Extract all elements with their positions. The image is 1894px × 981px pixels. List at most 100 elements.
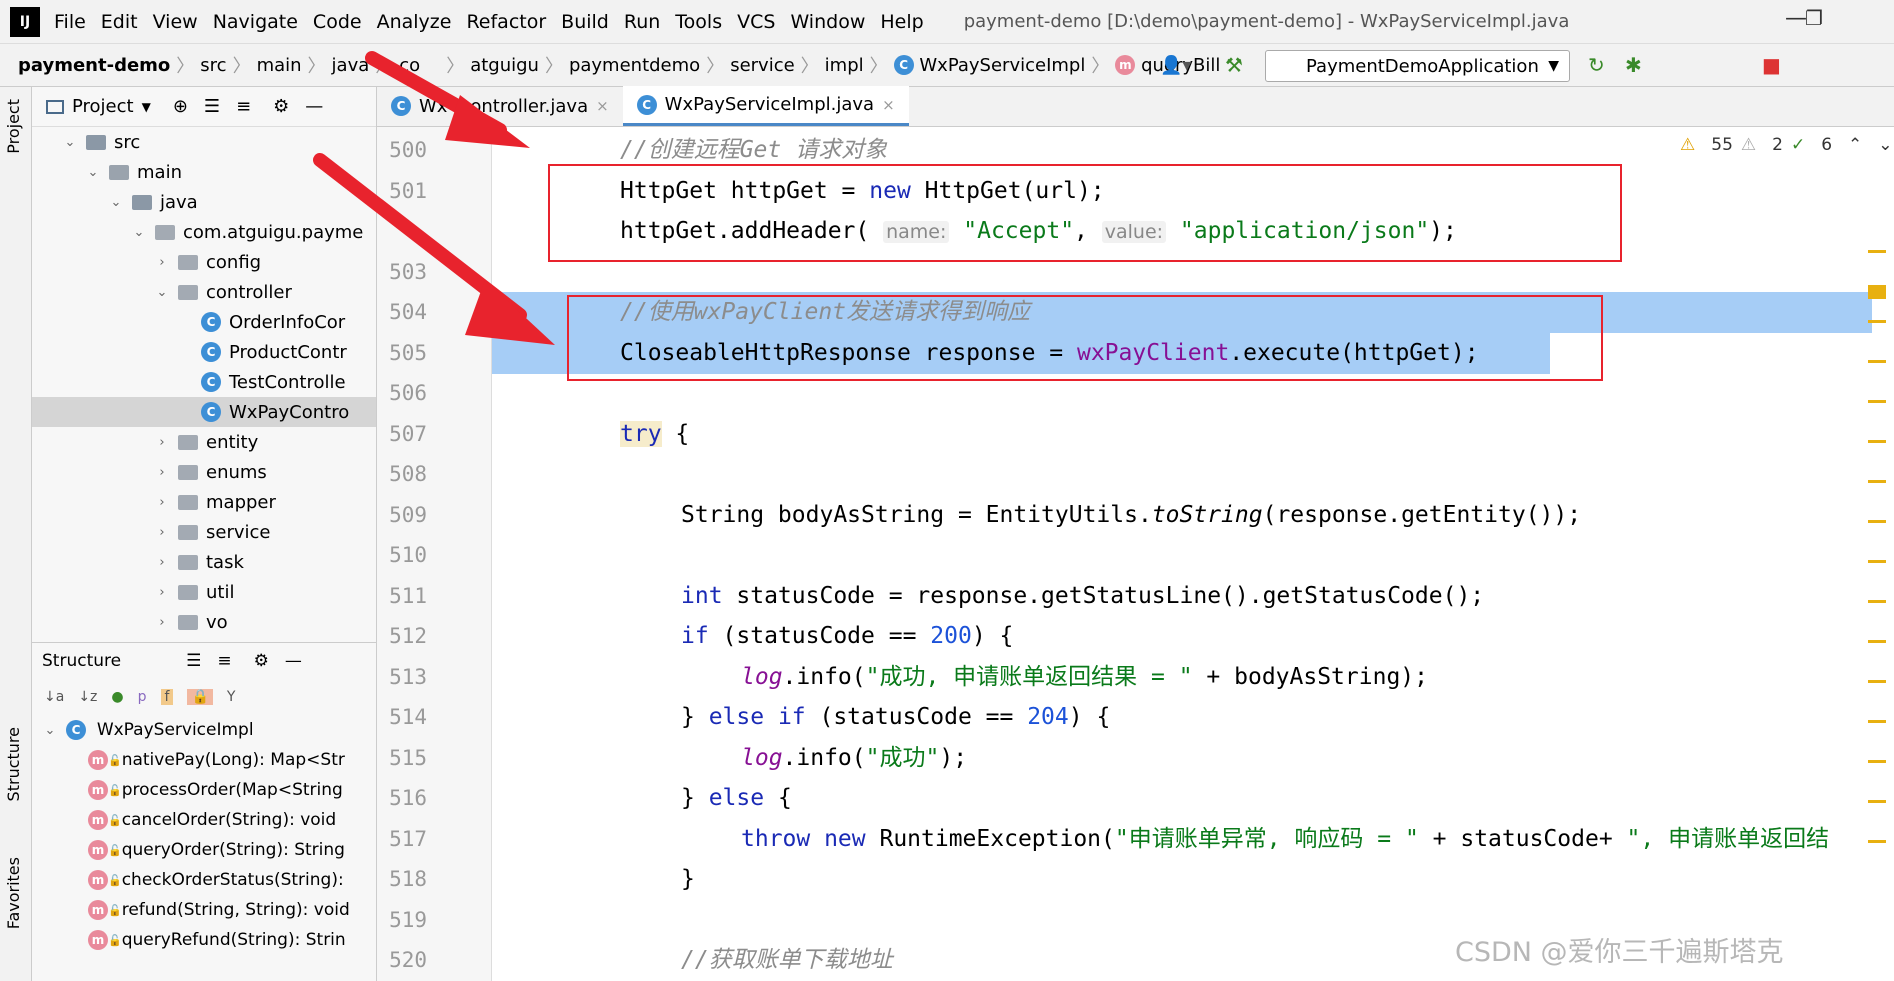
- chevron-down-icon[interactable]: ▼: [142, 100, 151, 114]
- structure-method-item[interactable]: m 🔓 checkOrderStatus(String):: [32, 865, 376, 895]
- menu-edit[interactable]: Edit: [101, 11, 138, 33]
- chevron-right-icon[interactable]: ›: [154, 555, 170, 570]
- tree-node[interactable]: ⌄ src: [32, 127, 376, 157]
- tree-node[interactable]: ⌄ controller: [32, 277, 376, 307]
- gear-icon[interactable]: ⚙: [254, 651, 269, 671]
- menu-file[interactable]: File: [54, 11, 86, 33]
- chevron-right-icon[interactable]: ›: [154, 435, 170, 450]
- build-hammer-icon[interactable]: ⚒: [1225, 53, 1243, 77]
- stop-icon[interactable]: ■: [1762, 53, 1781, 77]
- breadcrumb-src[interactable]: src: [200, 55, 226, 76]
- collapse-all-icon[interactable]: ≡: [236, 96, 251, 117]
- tree-node[interactable]: › vo: [32, 607, 376, 637]
- project-view-select[interactable]: Project: [72, 96, 134, 117]
- chevron-down-icon[interactable]: ⌄: [108, 195, 124, 210]
- structure-title: Structure: [42, 651, 122, 671]
- tree-node[interactable]: › entity: [32, 427, 376, 457]
- chevron-down-icon[interactable]: ⌄: [154, 285, 170, 300]
- structure-side-tab[interactable]: Structure: [4, 727, 23, 801]
- structure-method-item[interactable]: m 🔓 cancelOrder(String): void: [32, 805, 376, 835]
- expand-all-icon[interactable]: ☰: [204, 96, 220, 117]
- minimize-icon[interactable]: —: [1785, 6, 1807, 31]
- hide-panel-icon[interactable]: —: [285, 651, 302, 671]
- show-inherited-icon[interactable]: ●: [111, 689, 123, 705]
- code-comment: //获取账单下载地址: [681, 947, 893, 973]
- breadcrumb-paymentdemo[interactable]: paymentdemo: [569, 55, 700, 76]
- menu-vcs[interactable]: VCS: [737, 11, 775, 33]
- chevron-right-icon[interactable]: ›: [154, 615, 170, 630]
- structure-method-item[interactable]: m 🔓 refund(String, String): void: [32, 895, 376, 925]
- tree-node[interactable]: ⌄ com.atguigu.payme: [32, 217, 376, 247]
- menu-code[interactable]: Code: [313, 11, 362, 33]
- chevron-down-icon[interactable]: ⌄: [1878, 135, 1892, 155]
- project-side-tab[interactable]: Project: [4, 99, 23, 154]
- menu-analyze[interactable]: Analyze: [377, 11, 452, 33]
- menu-refactor[interactable]: Refactor: [466, 11, 546, 33]
- menu-run[interactable]: Run: [624, 11, 660, 33]
- tree-node[interactable]: C ProductContr: [32, 337, 376, 367]
- tree-node[interactable]: ⌄ java: [32, 187, 376, 217]
- structure-root[interactable]: ⌄ C WxPayServiceImpl: [32, 715, 376, 745]
- structure-method-item[interactable]: m 🔓 nativePay(Long): Map<Str: [32, 745, 376, 775]
- user-icon[interactable]: 👤▾: [1160, 55, 1191, 76]
- chevron-right-icon[interactable]: ›: [154, 255, 170, 270]
- structure-method-item[interactable]: m 🔓 queryOrder(String): String: [32, 835, 376, 865]
- tab-wxpay-service-impl[interactable]: C WxPayServiceImpl.java ×: [622, 86, 909, 126]
- hide-panel-icon[interactable]: —: [305, 96, 323, 117]
- breadcrumb-java[interactable]: java: [332, 55, 370, 76]
- run-configuration-select[interactable]: PaymentDemoApplication ▼: [1265, 50, 1570, 82]
- structure-method-item[interactable]: m 🔓 processOrder(Map<String: [32, 775, 376, 805]
- filter-icon[interactable]: Y: [227, 689, 236, 705]
- sort-alpha-icon[interactable]: ↓z: [78, 689, 97, 705]
- chevron-right-icon[interactable]: ›: [154, 525, 170, 540]
- rerun-icon[interactable]: ↻: [1588, 53, 1605, 77]
- collapse-all-icon[interactable]: ≡: [217, 651, 231, 671]
- locate-icon[interactable]: ⊕: [173, 96, 188, 117]
- menu-tools[interactable]: Tools: [675, 11, 722, 33]
- breadcrumb-atguigu[interactable]: atguigu: [470, 55, 539, 76]
- breadcrumb-impl[interactable]: impl: [825, 55, 864, 76]
- chevron-down-icon[interactable]: ⌄: [62, 135, 78, 150]
- chevron-right-icon[interactable]: ›: [154, 495, 170, 510]
- tree-node[interactable]: C OrderInfoCor: [32, 307, 376, 337]
- favorites-side-tab[interactable]: Favorites: [4, 857, 23, 929]
- tab-wxpay-controller[interactable]: C Wx ontroller.java ×: [377, 86, 623, 126]
- chevron-down-icon[interactable]: ⌄: [85, 165, 101, 180]
- code-keyword: if: [681, 623, 709, 649]
- menu-window[interactable]: Window: [790, 11, 865, 33]
- tree-node[interactable]: › util: [32, 577, 376, 607]
- menu-navigate[interactable]: Navigate: [213, 11, 298, 33]
- restore-icon[interactable]: ❐: [1805, 6, 1823, 30]
- breadcrumb-com[interactable]: co: [399, 55, 420, 76]
- tree-node[interactable]: C TestControlle: [32, 367, 376, 397]
- breadcrumb-project[interactable]: payment-demo: [18, 55, 170, 76]
- breadcrumb-class[interactable]: WxPayServiceImpl: [919, 55, 1085, 76]
- breadcrumb-main[interactable]: main: [257, 55, 302, 76]
- chevron-right-icon[interactable]: ›: [154, 465, 170, 480]
- chevron-right-icon[interactable]: ›: [154, 585, 170, 600]
- tree-node[interactable]: C WxPayContro: [32, 397, 376, 427]
- sort-visibility-icon[interactable]: ↓a: [44, 689, 64, 705]
- close-icon[interactable]: ×: [882, 96, 895, 114]
- structure-method-item[interactable]: m 🔓 queryRefund(String): Strin: [32, 925, 376, 955]
- tree-node[interactable]: ⌄ main: [32, 157, 376, 187]
- inspection-widget[interactable]: ⚠ 55 ⚠ 2 ✓ 6 ⌃ ⌄: [1680, 135, 1893, 155]
- tree-node[interactable]: › mapper: [32, 487, 376, 517]
- show-properties-icon[interactable]: p: [138, 689, 147, 705]
- chevron-down-icon[interactable]: ⌄: [131, 225, 147, 240]
- chevron-up-icon[interactable]: ⌃: [1848, 135, 1862, 155]
- breadcrumb-service[interactable]: service: [730, 55, 794, 76]
- gear-icon[interactable]: ⚙: [273, 96, 289, 117]
- menu-help[interactable]: Help: [880, 11, 923, 33]
- debug-icon[interactable]: ✱: [1625, 53, 1642, 77]
- expand-all-icon[interactable]: ☰: [186, 651, 201, 671]
- close-icon[interactable]: ×: [596, 97, 609, 115]
- tree-node[interactable]: › enums: [32, 457, 376, 487]
- tree-node[interactable]: › task: [32, 547, 376, 577]
- show-fields-icon[interactable]: f: [160, 689, 174, 705]
- tree-node[interactable]: › config: [32, 247, 376, 277]
- menu-build[interactable]: Build: [561, 11, 609, 33]
- show-non-public-icon[interactable]: 🔒: [187, 689, 213, 705]
- menu-view[interactable]: View: [153, 11, 198, 33]
- tree-node[interactable]: › service: [32, 517, 376, 547]
